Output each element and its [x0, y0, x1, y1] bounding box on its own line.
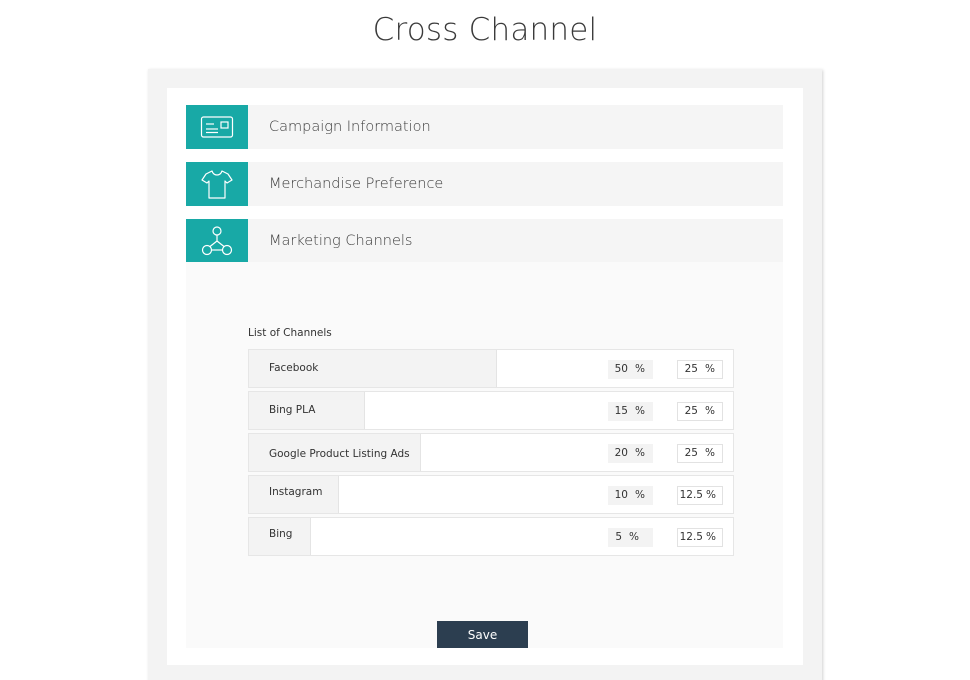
channel-percent-a[interactable]: 15 % [608, 402, 653, 421]
channel-percent-b[interactable]: 25 % [677, 444, 723, 463]
section-marketing-channels[interactable]: Marketing Channels [186, 219, 783, 263]
channel-percent-a[interactable]: 50 % [608, 360, 653, 379]
percent-unit: % [635, 489, 645, 501]
percent-unit: % [629, 531, 639, 543]
form-card: Campaign Information Merchandise Prefere… [148, 69, 822, 680]
channel-name: Facebook [269, 362, 319, 374]
channel-percent-a[interactable]: 20 % [608, 444, 653, 463]
channel-row[interactable]: Instagram 10 % 12.5 % [248, 475, 734, 514]
page-title: Cross Channel [372, 12, 598, 48]
form-card-inner: Campaign Information Merchandise Prefere… [167, 88, 803, 665]
channel-percent-a[interactable]: 10 % [608, 486, 653, 505]
channel-name: Bing [269, 528, 293, 540]
channel-percent-b[interactable]: 25 % [677, 360, 723, 379]
percent-unit: % [706, 489, 716, 501]
channel-row[interactable]: Bing 5 % 12.5 % [248, 517, 734, 556]
channel-percent-b[interactable]: 12.5 % [677, 486, 723, 505]
section-label: Merchandise Preference [269, 176, 444, 192]
percent-unit: % [706, 531, 716, 543]
percent-value: 5 [615, 531, 622, 543]
section-merchandise-preference[interactable]: Merchandise Preference [186, 162, 783, 206]
channel-name: Google Product Listing Ads [269, 448, 410, 460]
tshirt-icon [186, 162, 248, 206]
percent-unit: % [705, 447, 715, 459]
channels-panel: List of Channels Facebook 50 % 25 % Bing… [186, 262, 783, 648]
save-button[interactable]: Save [437, 621, 528, 648]
channel-row[interactable]: Bing PLA 15 % 25 % [248, 391, 734, 430]
channels-heading: List of Channels [248, 327, 332, 339]
percent-value: 12.5 [679, 489, 703, 501]
channel-name: Instagram [269, 486, 323, 498]
channel-percent-b[interactable]: 12.5 % [677, 528, 723, 547]
percent-value: 50 [614, 363, 628, 375]
channel-percent-b[interactable]: 25 % [677, 402, 723, 421]
percent-unit: % [635, 405, 645, 417]
percent-value: 12.5 [679, 531, 703, 543]
percent-value: 25 [684, 405, 698, 417]
percent-unit: % [705, 405, 715, 417]
id-card-icon [186, 105, 248, 149]
percent-value: 25 [684, 363, 698, 375]
percent-value: 10 [614, 489, 628, 501]
percent-unit: % [635, 447, 645, 459]
percent-unit: % [705, 363, 715, 375]
channel-percent-a[interactable]: 5 % [608, 528, 653, 547]
channel-row[interactable]: Facebook 50 % 25 % [248, 349, 734, 388]
channel-name: Bing PLA [269, 404, 316, 416]
percent-value: 25 [684, 447, 698, 459]
section-label: Marketing Channels [269, 233, 413, 249]
percent-value: 20 [614, 447, 628, 459]
channel-row[interactable]: Google Product Listing Ads 20 % 25 % [248, 433, 734, 472]
section-label: Campaign Information [269, 119, 431, 135]
percent-value: 15 [614, 405, 628, 417]
network-nodes-icon [186, 219, 248, 263]
section-campaign-information[interactable]: Campaign Information [186, 105, 783, 149]
percent-unit: % [635, 363, 645, 375]
